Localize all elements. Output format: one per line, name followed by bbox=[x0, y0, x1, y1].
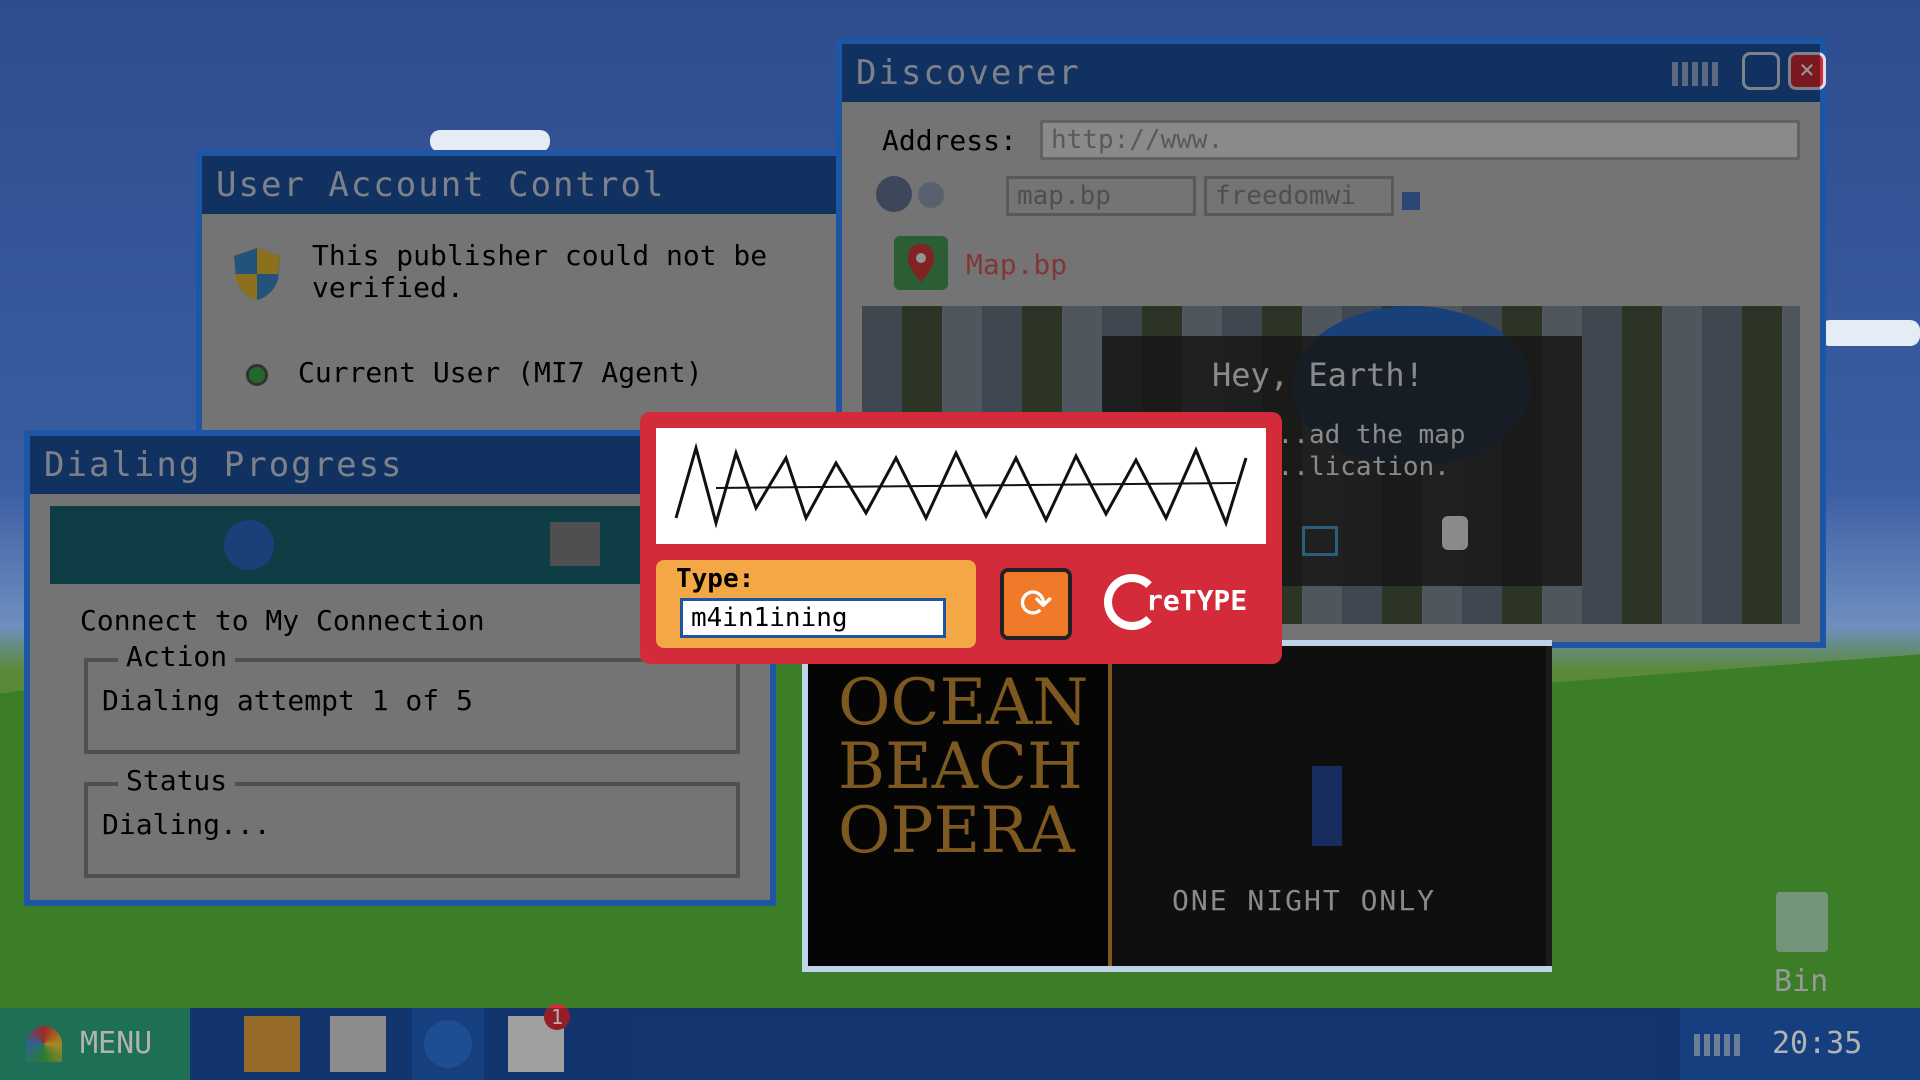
current-user-label: Current User (MI7 Agent) bbox=[298, 356, 703, 389]
captcha-input[interactable]: m4in1ining bbox=[680, 598, 946, 638]
uac-message: This publisher could not be verified. bbox=[312, 239, 768, 304]
refresh-button[interactable]: ⟳ bbox=[1000, 568, 1072, 640]
mail-icon[interactable]: 1 bbox=[508, 1004, 570, 1072]
action-group: Action Dialing attempt 1 of 5 bbox=[84, 640, 740, 754]
retype-button[interactable]: reTYPE bbox=[1104, 568, 1264, 640]
rainbow-icon bbox=[26, 1026, 62, 1062]
clock-time: 20:35 bbox=[1772, 1026, 1863, 1061]
globe-icon bbox=[224, 520, 274, 570]
tab-map[interactable]: map.bp bbox=[1006, 176, 1196, 216]
opera-window: OCEAN BEACH OPERA ONE NIGHT ONLY bbox=[802, 640, 1552, 972]
download-icon[interactable] bbox=[1302, 526, 1338, 556]
forward-button[interactable] bbox=[918, 182, 944, 208]
notes-icon[interactable] bbox=[330, 1016, 386, 1072]
opera-title-line3: OPERA bbox=[838, 794, 1075, 868]
recycle-bin-icon[interactable] bbox=[1776, 892, 1828, 952]
captcha-dialog: Type: m4in1ining ⟳ reTYPE bbox=[640, 412, 1282, 664]
connect-text: Connect to My Connection bbox=[80, 604, 485, 637]
popup-line2: ...lication. bbox=[1262, 452, 1450, 482]
popup-title: Hey, Earth! bbox=[1212, 356, 1424, 394]
action-legend: Action bbox=[118, 640, 236, 673]
type-panel: Type: m4in1ining bbox=[656, 560, 976, 648]
address-label: Address: bbox=[882, 124, 1017, 157]
opera-title-line2: BEACH bbox=[838, 730, 1083, 804]
status-group: Status Dialing... bbox=[84, 764, 740, 878]
globe-icon-inner bbox=[424, 1020, 472, 1068]
tab-freedomwi[interactable]: freedomwi bbox=[1204, 176, 1394, 216]
shield-icon bbox=[232, 246, 282, 302]
opera-subtitle: ONE NIGHT ONLY bbox=[1172, 884, 1437, 917]
new-tab-button[interactable] bbox=[1402, 192, 1420, 210]
browser-globe-icon[interactable] bbox=[412, 1008, 484, 1080]
uac-title: User Account Control bbox=[202, 156, 850, 214]
status-text: Dialing... bbox=[102, 808, 271, 841]
computer-icon bbox=[550, 522, 600, 566]
status-legend: Status bbox=[118, 764, 236, 797]
popup-line1: ...ad the map bbox=[1262, 420, 1466, 450]
uac-window: User Account Control This publisher coul… bbox=[196, 150, 856, 440]
map-title: Map.bp bbox=[966, 248, 1068, 281]
network-icon bbox=[1694, 1034, 1742, 1056]
close-button[interactable]: × bbox=[1788, 52, 1826, 90]
menu-label: MENU bbox=[80, 1026, 153, 1061]
performer-figure bbox=[1312, 766, 1342, 846]
type-label: Type: bbox=[676, 564, 755, 594]
minimize-button[interactable] bbox=[1742, 52, 1780, 90]
clock-area: 20:35 bbox=[1680, 1008, 1920, 1080]
captcha-image bbox=[656, 428, 1266, 544]
folder-icon[interactable] bbox=[244, 1016, 300, 1072]
address-input[interactable]: http://www. bbox=[1040, 120, 1800, 160]
map-pin-icon bbox=[894, 236, 948, 290]
current-user-radio[interactable] bbox=[246, 364, 268, 386]
hand-cursor-icon bbox=[1442, 516, 1468, 550]
bin-label: Bin bbox=[1774, 964, 1829, 999]
opera-stage: ONE NIGHT ONLY bbox=[1108, 646, 1552, 966]
opera-title-line1: OCEAN bbox=[838, 666, 1089, 740]
taskbar: MENU 1 20:35 bbox=[0, 1004, 1920, 1080]
mail-badge: 1 bbox=[544, 1004, 570, 1030]
back-button[interactable] bbox=[876, 176, 912, 212]
retype-label: reTYPE bbox=[1146, 584, 1248, 617]
signal-icon bbox=[1672, 62, 1722, 86]
menu-button[interactable]: MENU bbox=[0, 1008, 190, 1080]
action-text: Dialing attempt 1 of 5 bbox=[102, 684, 473, 717]
